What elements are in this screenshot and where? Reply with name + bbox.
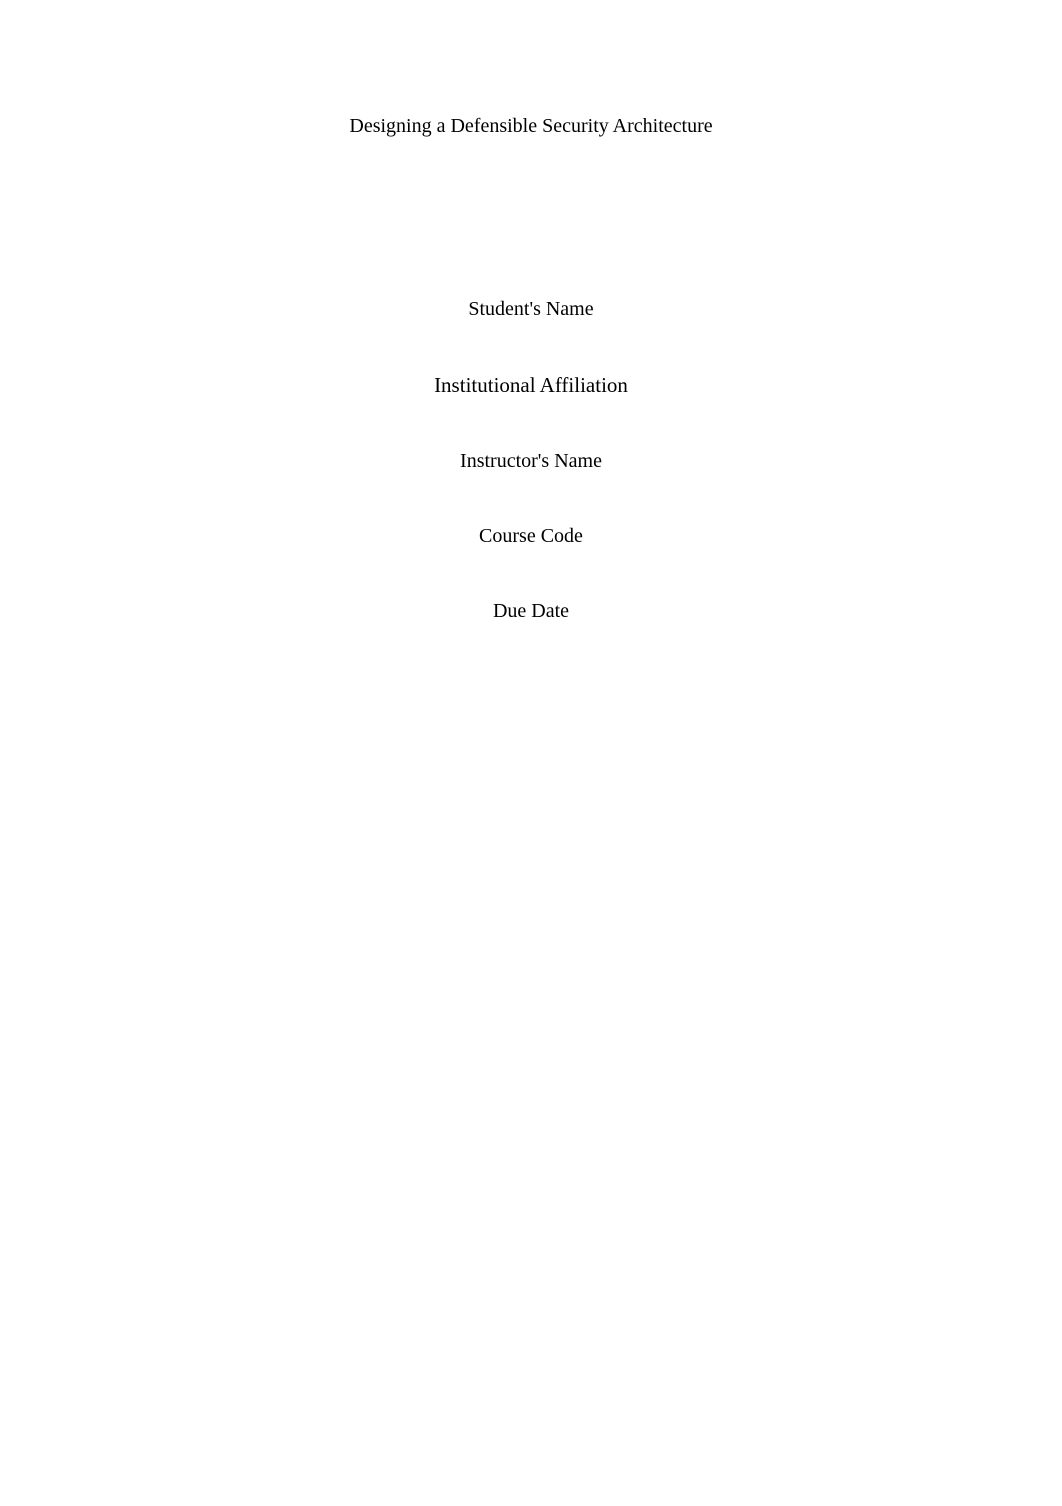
course-code-field: Course Code [0,525,1062,548]
title-page: Designing a Defensible Security Architec… [0,0,1062,1506]
document-title: Designing a Defensible Security Architec… [0,115,1062,138]
due-date-field: Due Date [0,600,1062,623]
instructor-name-field: Instructor's Name [0,450,1062,473]
institutional-affiliation-field: Institutional Affiliation [0,373,1062,398]
student-name-field: Student's Name [0,298,1062,321]
